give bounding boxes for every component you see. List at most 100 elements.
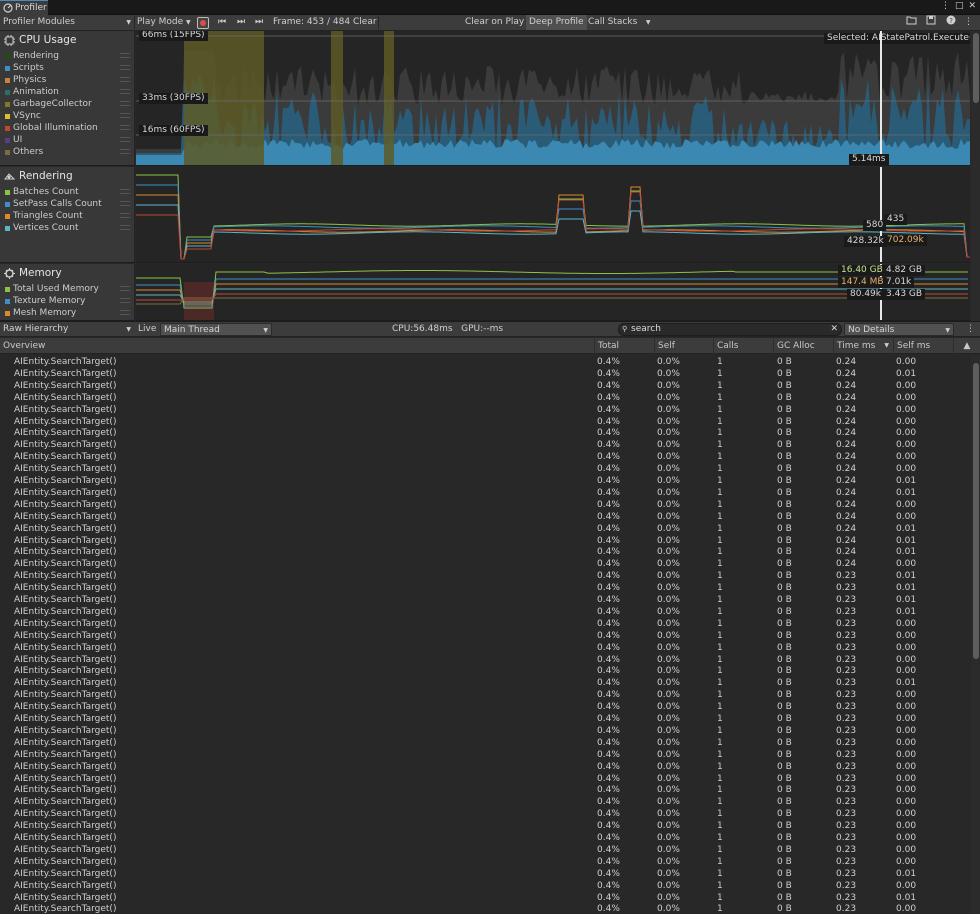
profiler-tab[interactable]: Profiler (0, 0, 48, 15)
table-row[interactable]: AIEntity.SearchTarget() 0.4% 0.0% 1 0 B 0.23 0… (0, 880, 970, 892)
close-icon[interactable]: ✕ (968, 1, 976, 11)
table-row[interactable]: AIEntity.SearchTarget() 0.4% 0.0% 1 0 B 0.23 0… (0, 903, 970, 914)
table-row[interactable]: AIEntity.SearchTarget() 0.4% 0.0% 1 0 B 0.23 0… (0, 594, 970, 606)
drag-handle-icon[interactable] (120, 89, 130, 94)
table-row[interactable]: AIEntity.SearchTarget() 0.4% 0.0% 1 0 B 0.23 0… (0, 892, 970, 904)
deep-profile-button[interactable]: Deep Profile (526, 15, 587, 30)
rendering-chart[interactable]: 580 435 428.32k 702.09k (136, 167, 970, 263)
table-row[interactable]: AIEntity.SearchTarget() 0.4% 0.0% 1 0 B 0.23 0… (0, 665, 970, 677)
scrollbar-thumb[interactable] (973, 33, 979, 103)
legend-item[interactable]: SetPass Calls Count (5, 198, 130, 210)
table-row[interactable]: AIEntity.SearchTarget() 0.4% 0.0% 1 0 B 0.23 0… (0, 737, 970, 749)
drag-handle-icon[interactable] (120, 125, 130, 130)
search-input[interactable]: ⚲ search ✕ (618, 323, 842, 336)
drag-handle-icon[interactable] (120, 310, 130, 315)
frame-cursor[interactable] (880, 167, 882, 262)
frame-cursor[interactable] (880, 31, 882, 165)
legend-item[interactable]: VSync (5, 110, 130, 122)
legend-item[interactable]: Vertices Count (5, 222, 130, 234)
more-options-icon[interactable]: ⋮ (966, 322, 975, 337)
drag-handle-icon[interactable] (120, 298, 130, 303)
cpu-usage-chart[interactable]: 66ms (15FPS) 33ms (30FPS) 16ms (60FPS) S… (136, 31, 970, 166)
column-calls[interactable]: Calls (713, 338, 773, 354)
legend-item[interactable]: Physics (5, 74, 130, 86)
table-row[interactable]: AIEntity.SearchTarget() 0.4% 0.0% 1 0 B 0.23 0… (0, 856, 970, 868)
call-stacks-dropdown[interactable]: Call Stacks ▼ (588, 15, 651, 30)
more-options-icon[interactable]: ⋮ (964, 15, 973, 30)
table-row[interactable]: AIEntity.SearchTarget() 0.4% 0.0% 1 0 B 0.23 0… (0, 618, 970, 630)
table-row[interactable]: AIEntity.SearchTarget() 0.4% 0.0% 1 0 B 0.23 0… (0, 713, 970, 725)
thread-dropdown[interactable]: Main Thread ▼ (160, 323, 272, 336)
legend-item[interactable]: Mesh Memory (5, 307, 130, 319)
legend-item[interactable]: Global Illumination (5, 122, 130, 134)
legend-item[interactable]: Batches Count (5, 186, 130, 198)
table-row[interactable]: AIEntity.SearchTarget() 0.4% 0.0% 1 0 B 0.24 0… (0, 463, 970, 475)
table-row[interactable]: AIEntity.SearchTarget() 0.4% 0.0% 1 0 B 0.24 0… (0, 392, 970, 404)
drag-handle-icon[interactable] (120, 201, 130, 206)
column-self-ms[interactable]: Self ms (893, 338, 953, 354)
drag-handle-icon[interactable] (120, 213, 130, 218)
table-row[interactable]: AIEntity.SearchTarget() 0.4% 0.0% 1 0 B 0.23 0… (0, 773, 970, 785)
maximize-icon[interactable]: □ (955, 1, 964, 11)
table-row[interactable]: AIEntity.SearchTarget() 0.4% 0.0% 1 0 B 0.23 0… (0, 606, 970, 618)
column-self[interactable]: Self (654, 338, 713, 354)
table-row[interactable]: AIEntity.SearchTarget() 0.4% 0.0% 1 0 B 0.24 0… (0, 535, 970, 547)
scrollbar-thumb[interactable] (973, 363, 979, 659)
column-total[interactable]: Total (594, 338, 654, 354)
table-row[interactable]: AIEntity.SearchTarget() 0.4% 0.0% 1 0 B 0.24 0… (0, 380, 970, 392)
table-row[interactable]: AIEntity.SearchTarget() 0.4% 0.0% 1 0 B 0.23 0… (0, 677, 970, 689)
cpu-usage-module-panel[interactable]: CPU Usage Rendering Scripts Physics Animati… (0, 31, 135, 166)
drag-handle-icon[interactable] (120, 189, 130, 194)
table-row[interactable]: AIEntity.SearchTarget() 0.4% 0.0% 1 0 B 0.24 0… (0, 404, 970, 416)
table-row[interactable]: AIEntity.SearchTarget() 0.4% 0.0% 1 0 B 0.23 0… (0, 701, 970, 713)
table-row[interactable]: AIEntity.SearchTarget() 0.4% 0.0% 1 0 B 0.23 0… (0, 570, 970, 582)
table-row[interactable]: AIEntity.SearchTarget() 0.4% 0.0% 1 0 B 0.23 0… (0, 832, 970, 844)
legend-item[interactable]: GarbageCollector (5, 98, 130, 110)
table-row[interactable]: AIEntity.SearchTarget() 0.4% 0.0% 1 0 B 0.23 0… (0, 725, 970, 737)
profiler-modules-dropdown[interactable]: Profiler Modules ▼ (3, 15, 133, 30)
table-row[interactable]: AIEntity.SearchTarget() 0.4% 0.0% 1 0 B 0.23 0… (0, 844, 970, 856)
table-row[interactable]: AIEntity.SearchTarget() 0.4% 0.0% 1 0 B 0.24 0… (0, 368, 970, 380)
memory-chart[interactable]: 16.40 GB 4.82 GB 147.4 MB 7.01k 80.49k 3… (136, 264, 970, 321)
table-row[interactable]: AIEntity.SearchTarget() 0.4% 0.0% 1 0 B 0.23 0… (0, 654, 970, 666)
table-row[interactable]: AIEntity.SearchTarget() 0.4% 0.0% 1 0 B 0.23 0… (0, 689, 970, 701)
legend-item[interactable]: Scripts (5, 62, 130, 74)
next-frame-icon[interactable]: ⏭ (237, 15, 245, 30)
clear-search-icon[interactable]: ✕ (830, 324, 838, 335)
table-row[interactable]: AIEntity.SearchTarget() 0.4% 0.0% 1 0 B 0.23 0… (0, 749, 970, 761)
view-type-dropdown[interactable]: Raw Hierarchy ▼ (0, 323, 134, 336)
table-row[interactable]: AIEntity.SearchTarget() 0.4% 0.0% 1 0 B 0.23 0… (0, 796, 970, 808)
table-row[interactable]: AIEntity.SearchTarget() 0.4% 0.0% 1 0 B 0.24 0… (0, 451, 970, 463)
table-row[interactable]: AIEntity.SearchTarget() 0.4% 0.0% 1 0 B 0.24 0… (0, 427, 970, 439)
clear-on-play-button[interactable]: Clear on Play (465, 15, 524, 30)
table-row[interactable]: AIEntity.SearchTarget() 0.4% 0.0% 1 0 B 0.23 0… (0, 630, 970, 642)
legend-item[interactable]: Total Used Memory (5, 283, 130, 295)
table-row[interactable]: AIEntity.SearchTarget() 0.4% 0.0% 1 0 B 0.23 0… (0, 820, 970, 832)
table-row[interactable]: AIEntity.SearchTarget() 0.4% 0.0% 1 0 B 0.23 0… (0, 868, 970, 880)
legend-item[interactable]: Rendering (5, 50, 130, 62)
table-row[interactable]: AIEntity.SearchTarget() 0.4% 0.0% 1 0 B 0.24 0… (0, 487, 970, 499)
legend-item[interactable]: Texture Memory (5, 295, 130, 307)
details-dropdown[interactable]: No Details ▼ (844, 323, 954, 336)
legend-item[interactable]: Others (5, 146, 130, 158)
memory-module-panel[interactable]: Memory Total Used Memory Texture Memory Me… (0, 264, 135, 321)
column-gc-alloc[interactable]: GC Alloc (773, 338, 833, 354)
rendering-module-panel[interactable]: Rendering Batches Count SetPass Calls Cou… (0, 167, 135, 263)
table-row[interactable]: AIEntity.SearchTarget() 0.4% 0.0% 1 0 B 0.24 0… (0, 356, 970, 368)
table-row[interactable]: AIEntity.SearchTarget() 0.4% 0.0% 1 0 B 0.24 0… (0, 475, 970, 487)
collapse-details-icon[interactable]: ▲ (953, 338, 980, 354)
table-row[interactable]: AIEntity.SearchTarget() 0.4% 0.0% 1 0 B 0.24 0… (0, 558, 970, 570)
more-options-icon[interactable]: ⋮ (941, 1, 950, 11)
record-button[interactable] (197, 17, 209, 29)
table-row[interactable]: AIEntity.SearchTarget() 0.4% 0.0% 1 0 B 0.24 0… (0, 416, 970, 428)
legend-item[interactable]: UI (5, 134, 130, 146)
previous-frame-icon[interactable]: ⏮ (218, 15, 226, 30)
table-row[interactable]: AIEntity.SearchTarget() 0.4% 0.0% 1 0 B 0.24 0… (0, 511, 970, 523)
clear-button[interactable]: Clear (353, 15, 377, 30)
save-icon[interactable] (926, 15, 936, 30)
play-mode-dropdown[interactable]: Play Mode ▼ (137, 15, 191, 30)
table-row[interactable]: AIEntity.SearchTarget() 0.4% 0.0% 1 0 B 0.23 0… (0, 784, 970, 796)
table-row[interactable]: AIEntity.SearchTarget() 0.4% 0.0% 1 0 B 0.23 0… (0, 642, 970, 654)
table-row[interactable]: AIEntity.SearchTarget() 0.4% 0.0% 1 0 B 0.24 0… (0, 546, 970, 558)
table-row[interactable]: AIEntity.SearchTarget() 0.4% 0.0% 1 0 B 0.23 0… (0, 582, 970, 594)
